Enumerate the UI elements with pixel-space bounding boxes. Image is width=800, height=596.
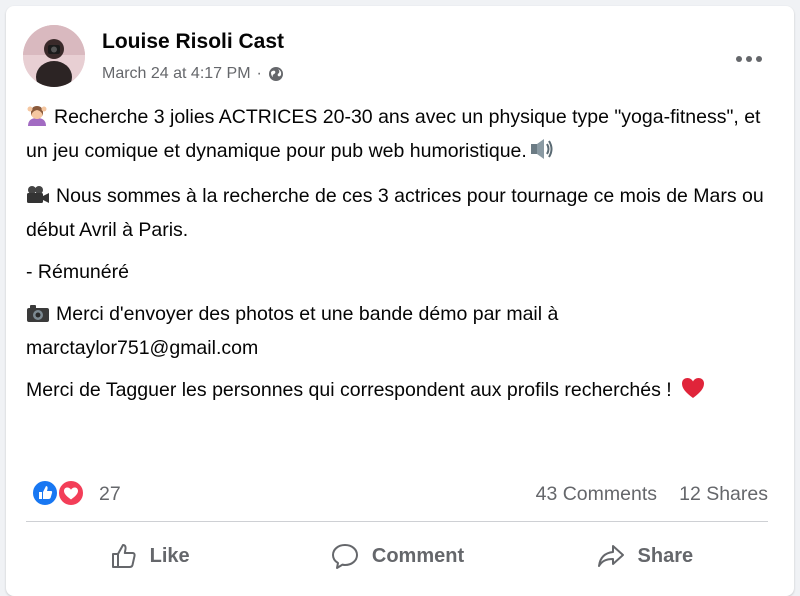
paragraph-4-text: Merci d'envoyer des photos et une bande … — [56, 303, 559, 325]
movie-camera-emoji-icon — [26, 184, 50, 215]
email-link[interactable]: marctaylor751@gmail.com — [26, 337, 258, 359]
comment-bubble-icon — [331, 544, 358, 569]
comment-button[interactable]: Comment — [273, 528, 520, 584]
red-heart-emoji-icon — [681, 377, 705, 409]
paragraph-1-text: Recherche 3 jolies ACTRICES 20-30 ans av… — [26, 106, 761, 162]
post-meta: March 24 at 4:17 PM · — [102, 65, 284, 83]
post-paragraph-1: Recherche 3 jolies ACTRICES 20-30 ans av… — [26, 102, 766, 170]
meta-separator: · — [256, 65, 262, 82]
comments-count[interactable]: 43 Comments — [536, 483, 657, 506]
paragraph-5-text: Merci de Tagguer les personnes qui corre… — [26, 379, 672, 401]
speaker-emoji-icon — [529, 138, 553, 170]
like-reaction-icon — [31, 479, 59, 507]
post-paragraph-3: - Rémunéré — [26, 257, 766, 288]
post-stats: 27 43 Comments 12 Shares — [31, 476, 768, 510]
paragraph-2-text: Nous sommes à la recherche de ces 3 actr… — [26, 185, 764, 241]
post-body: Recherche 3 jolies ACTRICES 20-30 ans av… — [26, 102, 766, 420]
post-actions: Like Comment Share — [26, 528, 768, 584]
post-paragraph-2: Nous sommes à la recherche de ces 3 actr… — [26, 181, 766, 246]
post-card: Louise Risoli Cast March 24 at 4:17 PM · — [6, 6, 794, 596]
more-dots-icon — [736, 56, 762, 62]
share-arrow-icon — [597, 545, 624, 567]
share-label: Share — [637, 544, 694, 567]
person-gesturing-emoji-icon — [26, 104, 48, 136]
like-button[interactable]: Like — [26, 528, 273, 584]
shares-count[interactable]: 12 Shares — [679, 483, 768, 506]
more-options-button[interactable] — [731, 45, 767, 73]
post-paragraph-4: Merci d'envoyer des photos et une bande … — [26, 299, 766, 364]
post-timestamp[interactable]: March 24 at 4:17 PM — [102, 65, 251, 83]
comment-label: Comment — [371, 544, 465, 567]
love-reaction-icon — [57, 479, 85, 507]
share-button[interactable]: Share — [521, 528, 768, 584]
reactions-summary[interactable] — [31, 478, 93, 508]
avatar-photo — [23, 25, 85, 87]
thumbs-up-icon — [111, 544, 136, 568]
like-label: Like — [149, 544, 190, 567]
post-header: Louise Risoli Cast March 24 at 4:17 PM · — [23, 25, 794, 89]
post-paragraph-5: Merci de Tagguer les personnes qui corre… — [26, 375, 766, 409]
camera-emoji-icon — [26, 302, 50, 333]
globe-icon — [268, 66, 284, 82]
actions-divider — [26, 521, 768, 522]
author-avatar[interactable] — [23, 25, 85, 87]
paragraph-3-text: - Rémunéré — [26, 261, 129, 283]
reaction-count[interactable]: 27 — [99, 483, 121, 506]
author-name[interactable]: Louise Risoli Cast — [102, 30, 284, 54]
